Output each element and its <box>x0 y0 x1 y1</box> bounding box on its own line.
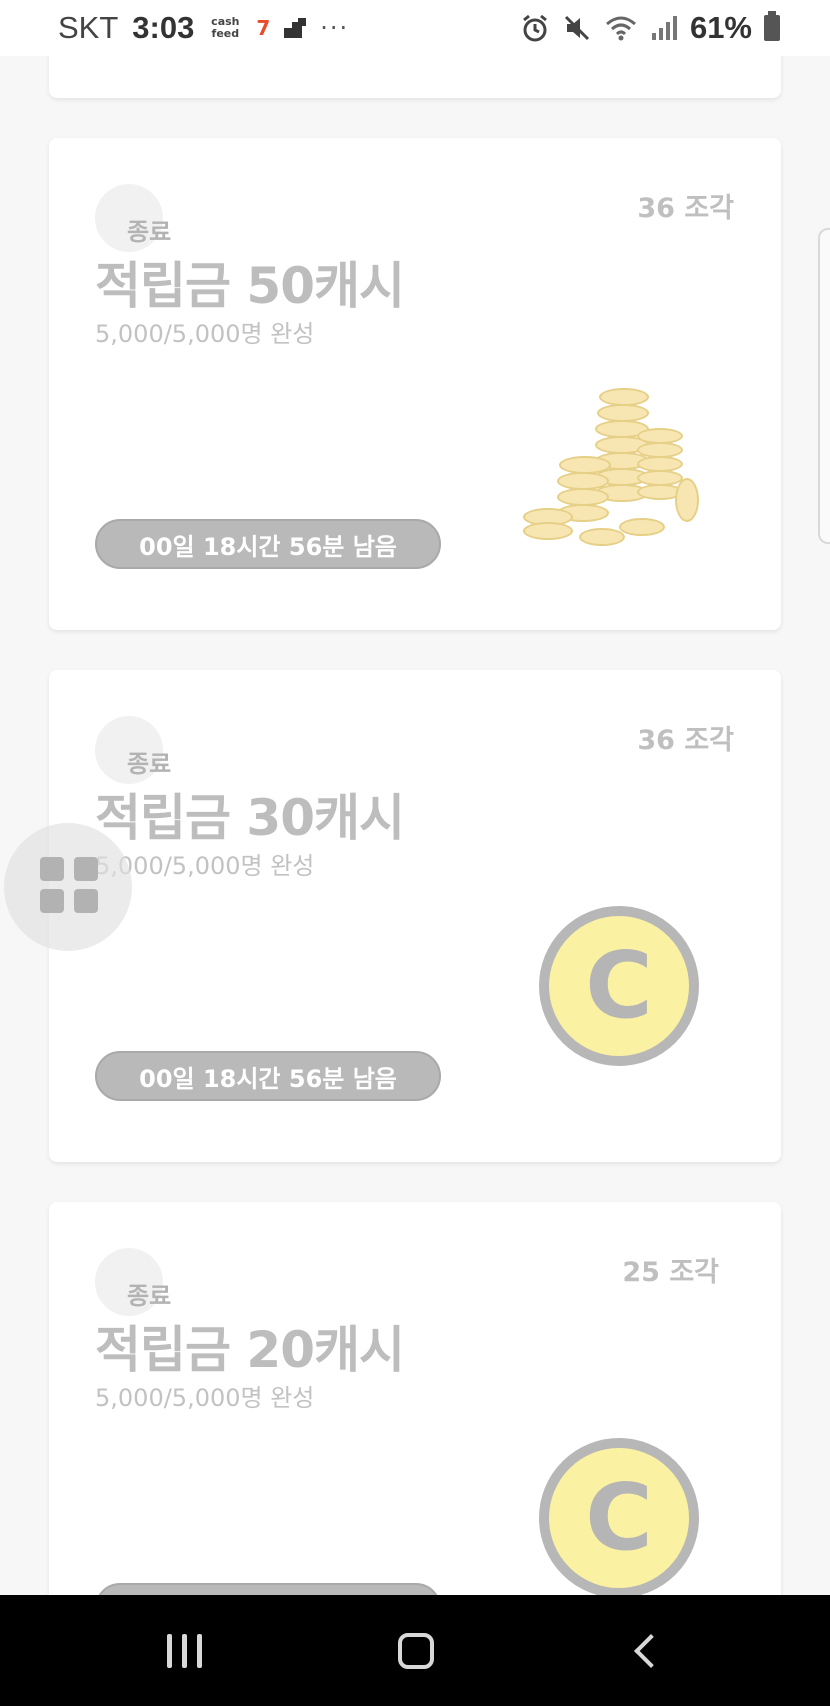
grid-icon-cell <box>74 889 98 913</box>
seven-eleven-icon: 7 <box>256 16 271 40</box>
floating-menu-button[interactable] <box>4 823 132 951</box>
status-bar: SKT 3:03 cash feed 7 ··· 61% <box>0 0 830 56</box>
grid-icon-cell <box>40 889 64 913</box>
grid-icon-cell <box>74 857 98 881</box>
card-title: 적립금 50캐시 <box>95 257 405 315</box>
carrier-label: SKT <box>58 10 119 45</box>
pieces-count: 25 조각 <box>622 1257 719 1288</box>
back-icon <box>634 1633 668 1668</box>
status-bar-left: SKT 3:03 cash feed 7 ··· <box>58 0 349 56</box>
wifi-icon <box>605 16 636 41</box>
cash-coin-icon: C <box>539 906 699 1066</box>
card-title: 적립금 30캐시 <box>95 789 405 847</box>
coin-symbol: C <box>585 1464 653 1571</box>
cash-coin-icon: C <box>539 1438 699 1598</box>
home-button[interactable] <box>356 1595 476 1706</box>
back-button[interactable] <box>586 1595 706 1706</box>
pieces-count: 36 조각 <box>637 193 734 224</box>
stairs-icon <box>284 18 307 38</box>
pieces-count: 36 조각 <box>637 725 734 756</box>
signal-icon <box>651 16 677 40</box>
coin-pile-image <box>519 368 719 548</box>
event-card[interactable]: 종료 25 조각 적립금 20캐시 5,000/5,000명 완성 00일 18… <box>49 1202 781 1633</box>
edge-panel-handle[interactable] <box>818 228 830 544</box>
navigation-bar <box>0 1595 830 1706</box>
more-notifications-icon: ··· <box>320 14 350 42</box>
status-bar-right: 61% <box>520 0 780 56</box>
recent-apps-icon <box>166 1633 202 1668</box>
status-badge: 종료 <box>127 1282 172 1310</box>
status-badge: 종료 <box>127 218 172 246</box>
completion-count: 5,000/5,000명 완성 <box>95 320 315 348</box>
alarm-icon <box>523 14 547 42</box>
completion-count: 5,000/5,000명 완성 <box>95 1384 315 1412</box>
card-title: 적립금 20캐시 <box>95 1321 405 1379</box>
status-badge: 종료 <box>127 750 172 778</box>
event-card[interactable]: 종료 36 조각 적립금 30캐시 5,000/5,000명 완성 00일 18… <box>49 670 781 1162</box>
event-card[interactable]: 종료 36 조각 적립금 50캐시 5,000/5,000명 완성 00일 18… <box>49 138 781 630</box>
coin-symbol: C <box>585 932 653 1039</box>
grid-icon <box>40 857 64 881</box>
battery-icon <box>764 11 780 41</box>
battery-percent: 61% <box>689 10 752 45</box>
mute-icon <box>564 15 590 41</box>
clock: 3:03 <box>132 10 195 45</box>
recent-apps-button[interactable] <box>124 1595 244 1706</box>
cashfeed-icon: cash feed <box>211 15 240 40</box>
home-icon <box>398 1632 434 1669</box>
time-remaining-pill: 00일 18시간 56분 남음 <box>95 519 441 569</box>
time-remaining-pill: 00일 18시간 56분 남음 <box>95 1051 441 1101</box>
